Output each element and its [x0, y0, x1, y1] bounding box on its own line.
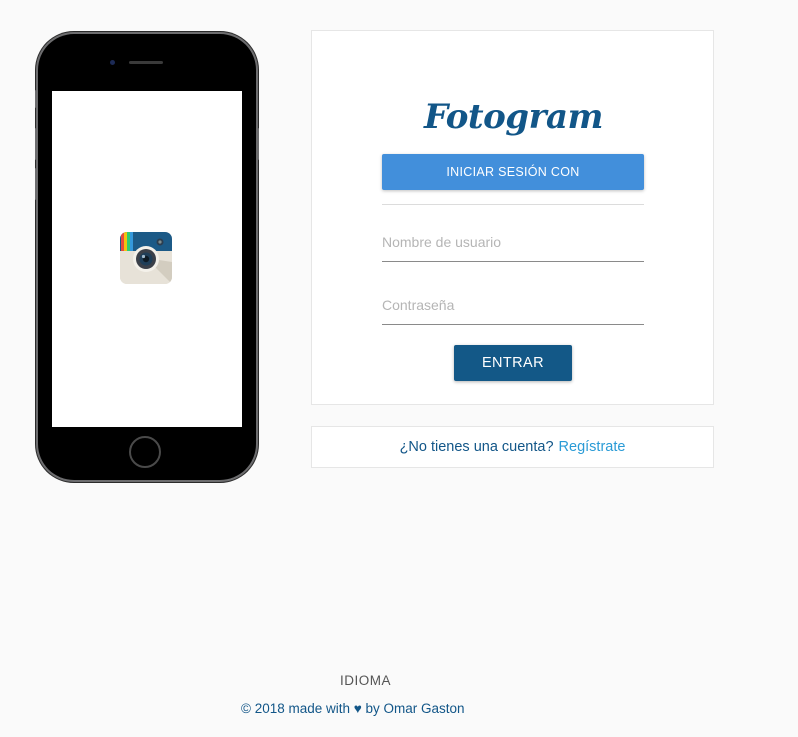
page: Fotogram INICIAR SESIÓN CON ENTRAR ¿No t… — [0, 0, 798, 737]
login-with-label: INICIAR SESIÓN CON — [446, 165, 580, 179]
phone-mute-switch — [35, 90, 38, 108]
password-input[interactable] — [382, 285, 644, 325]
submit-label: ENTRAR — [481, 355, 544, 371]
phone-power-button — [256, 128, 259, 160]
phone-front-camera — [110, 60, 115, 65]
camera-app-icon — [120, 232, 172, 284]
signup-card: ¿No tienes una cuenta? Regístrate — [311, 426, 714, 468]
phone-volume-down — [35, 168, 38, 200]
phone-home-button — [129, 436, 161, 468]
signup-link[interactable]: Regístrate — [559, 439, 626, 455]
phone-speaker — [129, 61, 163, 64]
phone-screen — [52, 91, 242, 427]
divider — [382, 204, 644, 205]
copyright-text: © 2018 made with ♥ by Omar Gaston — [241, 701, 465, 716]
login-with-button[interactable]: INICIAR SESIÓN CON — [382, 154, 644, 190]
phone-volume-up — [35, 128, 38, 160]
submit-button[interactable]: ENTRAR — [454, 345, 572, 381]
phone-mockup — [35, 34, 259, 480]
username-input[interactable] — [382, 222, 644, 262]
app-logo: Fotogram — [423, 97, 604, 137]
login-card: Fotogram INICIAR SESIÓN CON ENTRAR — [311, 30, 714, 405]
signup-prompt: ¿No tienes una cuenta? — [399, 439, 554, 455]
language-selector[interactable]: IDIOMA — [340, 673, 391, 688]
